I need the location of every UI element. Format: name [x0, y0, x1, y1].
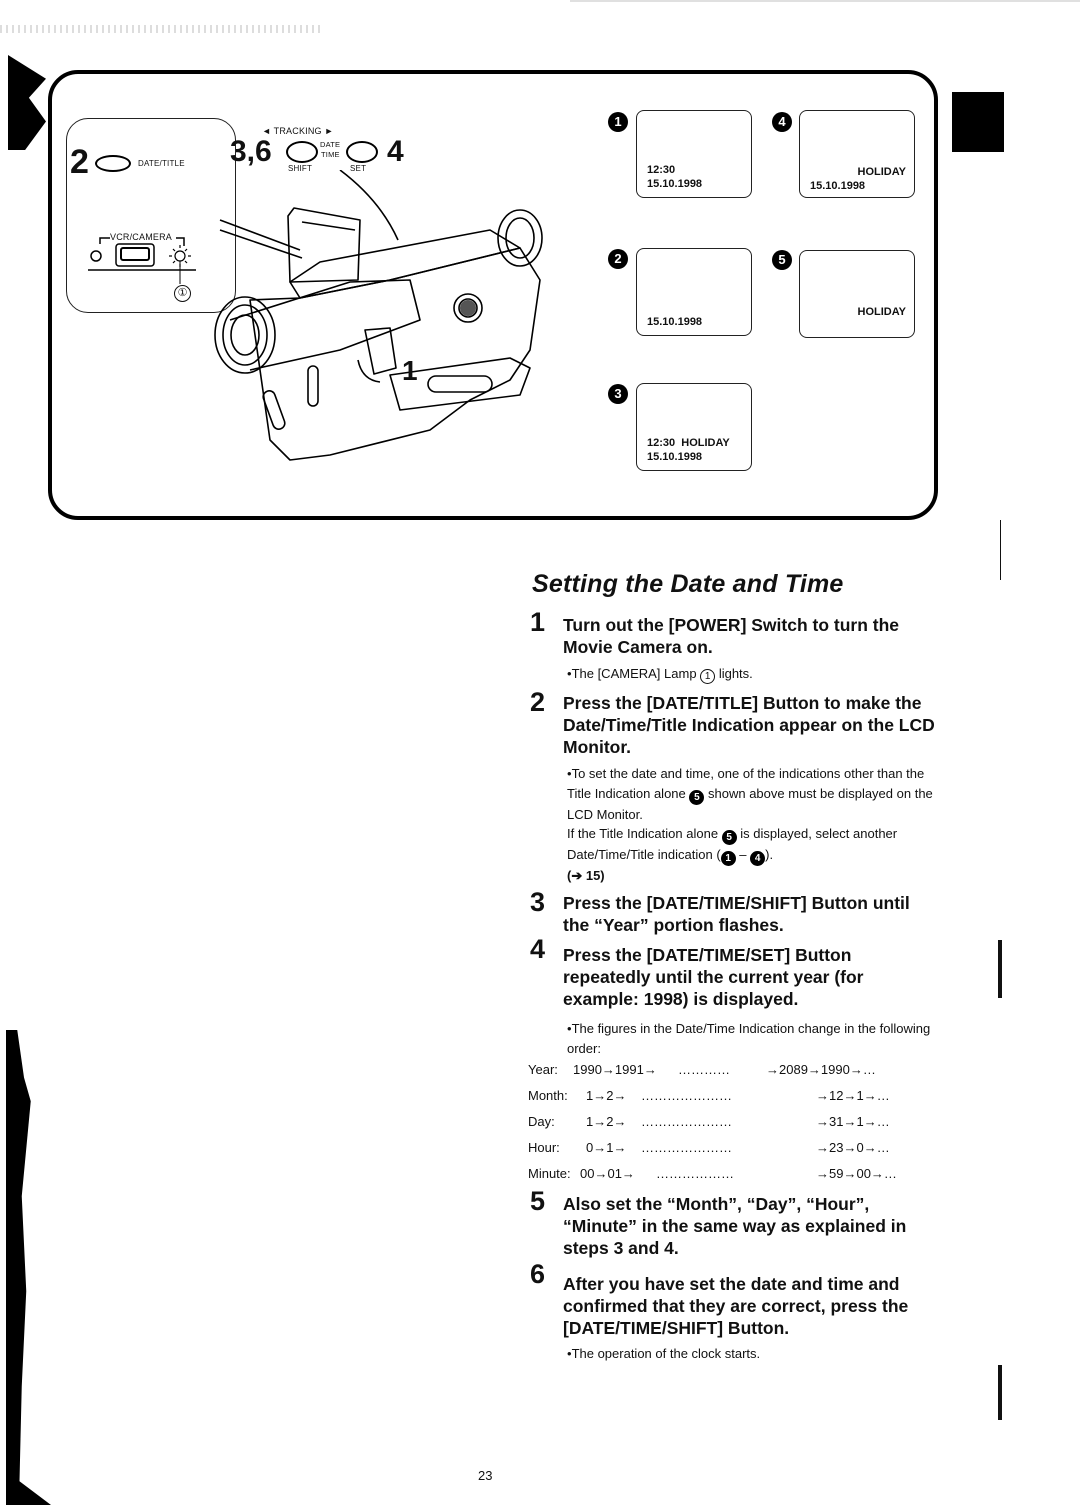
step-2-text: Press the [DATE/TITLE] Button to make th…: [563, 693, 935, 757]
sequence-label: Month:: [528, 1088, 568, 1103]
lcd-display-1: 12:30 15.10.1998: [636, 110, 752, 198]
display-date: 15.10.1998: [810, 180, 866, 192]
binding-shadow-bottom: [6, 1030, 51, 1505]
inset-step-number: 2: [70, 143, 89, 181]
display-marker-ref-1: 1: [720, 851, 736, 866]
note-text: If the Title Indication alone: [567, 826, 719, 841]
step-6-note: •The operation of the clock starts.: [567, 1344, 947, 1364]
sequence-dots: …………………: [641, 1088, 732, 1103]
note-text: ).: [765, 847, 774, 862]
sequence-row-year: Year: 1990→1991→ ………… →2089→1990→…: [528, 1062, 928, 1082]
sequence-end: →59→00→…: [816, 1166, 897, 1181]
sequence-dots: …………………: [641, 1114, 732, 1129]
lamp-callout-marker: ①: [174, 285, 191, 302]
step-4-note: •The figures in the Date/Time Indication…: [567, 1019, 937, 1058]
step-number-4: 4: [530, 934, 546, 964]
scan-edge-line: [570, 0, 1080, 2]
note-text: The operation of the clock starts.: [571, 1346, 761, 1361]
step-number-5: 5: [530, 1186, 546, 1216]
tracking-label: ◄ TRACKING ►: [262, 126, 334, 136]
sequence-row-month: Month: 1→2→ ………………… →12→1→…: [528, 1088, 928, 1108]
sequence-label: Day:: [528, 1114, 555, 1129]
page-reference-link[interactable]: (➔ 15): [567, 868, 605, 883]
margin-mark: [998, 940, 1002, 998]
step-label-shift: 3,6: [230, 135, 272, 168]
sequence-end: →2089→1990→…: [766, 1062, 876, 1077]
sequence-row-hour: Hour: 0→1→ ………………… →23→0→…: [528, 1140, 928, 1160]
display-title: HOLIDAY: [857, 306, 907, 318]
sequence-start: 1→2→: [586, 1088, 627, 1103]
step-5-text: Also set the “Month”, “Day”, “Hour”, “Mi…: [563, 1194, 907, 1258]
sequence-dots: …………………: [641, 1140, 732, 1155]
sequence-row-minute: Minute: 00→01→ ……………… →59→00→…: [528, 1166, 928, 1186]
display-title: HOLIDAY: [857, 166, 907, 178]
margin-mark: [1000, 520, 1001, 580]
sequence-start: 1→2→: [586, 1114, 627, 1129]
display-marker-4: 4: [772, 112, 792, 132]
display-date: 15.10.1998: [647, 316, 703, 328]
scan-noise: [0, 25, 320, 33]
lcd-display-4: HOLIDAY 15.10.1998: [799, 110, 915, 198]
step-3-text: Press the [DATE/TIME/SHIFT] Button until…: [563, 893, 910, 935]
camera-step-label: 1: [402, 355, 418, 386]
step-number-3: 3: [530, 887, 546, 917]
section-title: Setting the Date and Time: [532, 570, 844, 598]
lamp-callout-ref: 1: [700, 669, 716, 684]
sequence-row-day: Day: 1→2→ ………………… →31→1→…: [528, 1114, 928, 1134]
display-date: 15.10.1998: [647, 178, 703, 190]
sequence-dots: …………: [678, 1062, 730, 1077]
step-2-note: •To set the date and time, one of the in…: [567, 764, 937, 886]
step-number-1: 1: [530, 607, 546, 637]
lcd-display-3: 12:30 HOLIDAY 15.10.1998: [636, 383, 752, 471]
page-number: 23: [478, 1468, 493, 1483]
date-time-set-button-icon: [346, 141, 378, 163]
sequence-label: Minute:: [528, 1166, 571, 1181]
sequence-start: 1990→1991→: [573, 1062, 657, 1077]
display-marker-ref-5: 5: [689, 789, 705, 805]
step-4-text: Press the [DATE/TIME/SET] Button repeate…: [563, 945, 864, 1009]
sequence-end: →23→0→…: [816, 1140, 890, 1155]
display-marker-ref-5: 5: [721, 830, 737, 845]
display-marker-3: 3: [608, 384, 628, 404]
lcd-display-2: 15.10.1998: [636, 248, 752, 336]
display-marker-2: 2: [608, 249, 628, 269]
display-marker-ref-4: 4: [750, 851, 766, 866]
sequence-dots: ………………: [656, 1166, 734, 1181]
sequence-end: →12→1→…: [816, 1088, 890, 1103]
display-marker-5: 5: [772, 250, 792, 270]
step-6-text: After you have set the date and time and…: [563, 1274, 909, 1338]
margin-mark: [998, 1365, 1002, 1420]
display-time-title: 12:30 HOLIDAY: [647, 437, 730, 449]
vcr-camera-switch-icon: [88, 237, 196, 284]
sequence-label: Year:: [528, 1062, 558, 1077]
display-time: 12:30: [647, 164, 676, 176]
step-1-note: •The [CAMERA] Lamp 1 lights.: [567, 664, 947, 684]
section-thumb-tab: [952, 92, 1004, 152]
date-label: DATE: [320, 140, 341, 149]
time-label: TIME: [321, 150, 340, 159]
note-text: The [CAMERA] Lamp: [571, 666, 697, 681]
step-1-text: Turn out the [POWER] Switch to turn the …: [563, 615, 900, 657]
lcd-display-5: HOLIDAY: [799, 250, 915, 338]
date-title-button-icon: [95, 155, 131, 172]
step-number-2: 2: [530, 687, 546, 717]
note-text: lights.: [718, 666, 753, 681]
sequence-start: 00→01→: [580, 1166, 635, 1181]
date-title-label: DATE/TITLE: [138, 159, 185, 168]
step-number-6: 6: [530, 1259, 546, 1289]
display-marker-1: 1: [608, 112, 628, 132]
date-time-shift-button-icon: [286, 141, 318, 163]
display-date: 15.10.1998: [647, 451, 703, 463]
note-text: The figures in the Date/Time Indication …: [567, 1021, 931, 1056]
range-separator: –: [735, 847, 751, 862]
camcorder-illustration: [214, 170, 543, 461]
sequence-start: 0→1→: [586, 1140, 627, 1155]
sequence-end: →31→1→…: [816, 1114, 890, 1129]
step-label-set: 4: [387, 135, 404, 168]
sequence-label: Hour:: [528, 1140, 560, 1155]
binding-shadow-top: [8, 55, 46, 150]
